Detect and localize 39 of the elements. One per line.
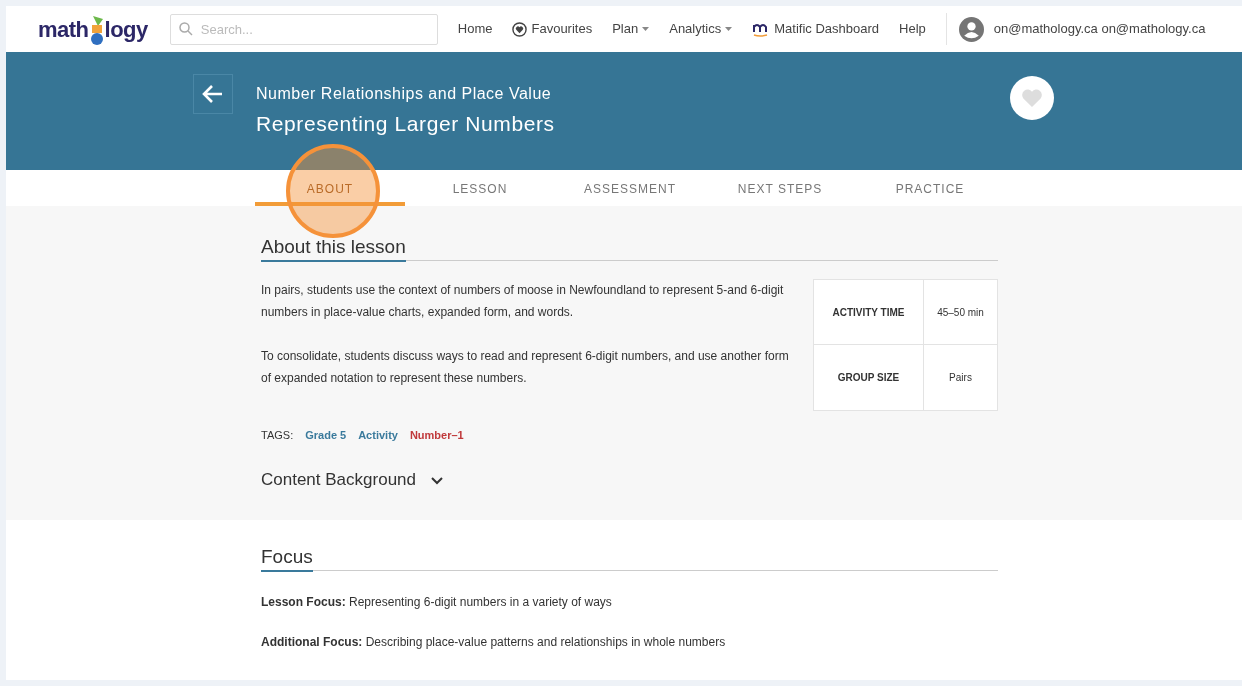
tab[interactable]: ASSESSMENT <box>555 170 705 206</box>
user-menu[interactable]: on@mathology.ca on@mathology.ca <box>958 16 1206 42</box>
nav-link[interactable]: Favourites <box>512 19 593 39</box>
nav-link[interactable]: Help <box>899 19 926 39</box>
tags-label: TAGS: <box>261 427 294 443</box>
chevron-icon <box>430 474 444 486</box>
info-label: GROUP SIZE <box>813 344 924 411</box>
section-heading: About this lesson <box>261 236 406 262</box>
heart-icon <box>1021 88 1043 108</box>
caret-icon <box>725 27 733 31</box>
nav-link[interactable]: Matific Dashboard <box>752 19 880 39</box>
section-heading: Focus <box>261 546 313 572</box>
content-background-toggle[interactable]: Content Background <box>261 467 444 493</box>
info-label: ACTIVITY TIME <box>813 279 924 345</box>
tab[interactable]: LESSON <box>405 170 555 206</box>
focus-text: Additional Focus: Describing place-value patterns and relationships in whole numbers <box>261 633 727 651</box>
tab[interactable]: PRACTICE <box>855 170 1005 206</box>
tag-link[interactable]: Activity <box>358 426 398 444</box>
avatar-icon <box>958 16 984 42</box>
tag-link[interactable]: Number–1 <box>409 426 464 444</box>
search-field[interactable]: Search... <box>169 13 438 45</box>
tag-link[interactable]: Grade 5 <box>305 426 347 444</box>
logo[interactable]: math logy <box>38 12 148 46</box>
nav-link[interactable]: Plan <box>612 19 650 39</box>
nav-link[interactable]: Home <box>457 19 493 39</box>
info-value: 45–50 min <box>923 279 998 345</box>
focus-text: Lesson Focus: Representing 6-digit numbers in a variety of ways <box>261 593 613 611</box>
lesson-title: Representing Larger Numbers <box>256 111 555 137</box>
back-arrow-icon <box>202 84 224 104</box>
description-text: To consolidate, students discuss ways to read and represent 6-digit numbers, and use another form of expanded notation to represent these numbers. <box>261 347 790 387</box>
lesson-strand: Number Relationships and Place Value <box>256 84 553 104</box>
nav-link[interactable]: Analytics <box>669 19 733 39</box>
back-button[interactable] <box>193 74 233 114</box>
info-value: Pairs <box>923 344 998 411</box>
caret-icon <box>642 27 650 31</box>
tab[interactable]: NEXT STEPS <box>705 170 855 206</box>
logo-icon <box>88 15 105 46</box>
description-text: In pairs, students use the context of numbers of moose in Newfoundland to represent 5-and 6-digit numbers in place-value charts, expanded form, and words. <box>261 281 785 321</box>
favourite-button[interactable] <box>1010 76 1054 120</box>
